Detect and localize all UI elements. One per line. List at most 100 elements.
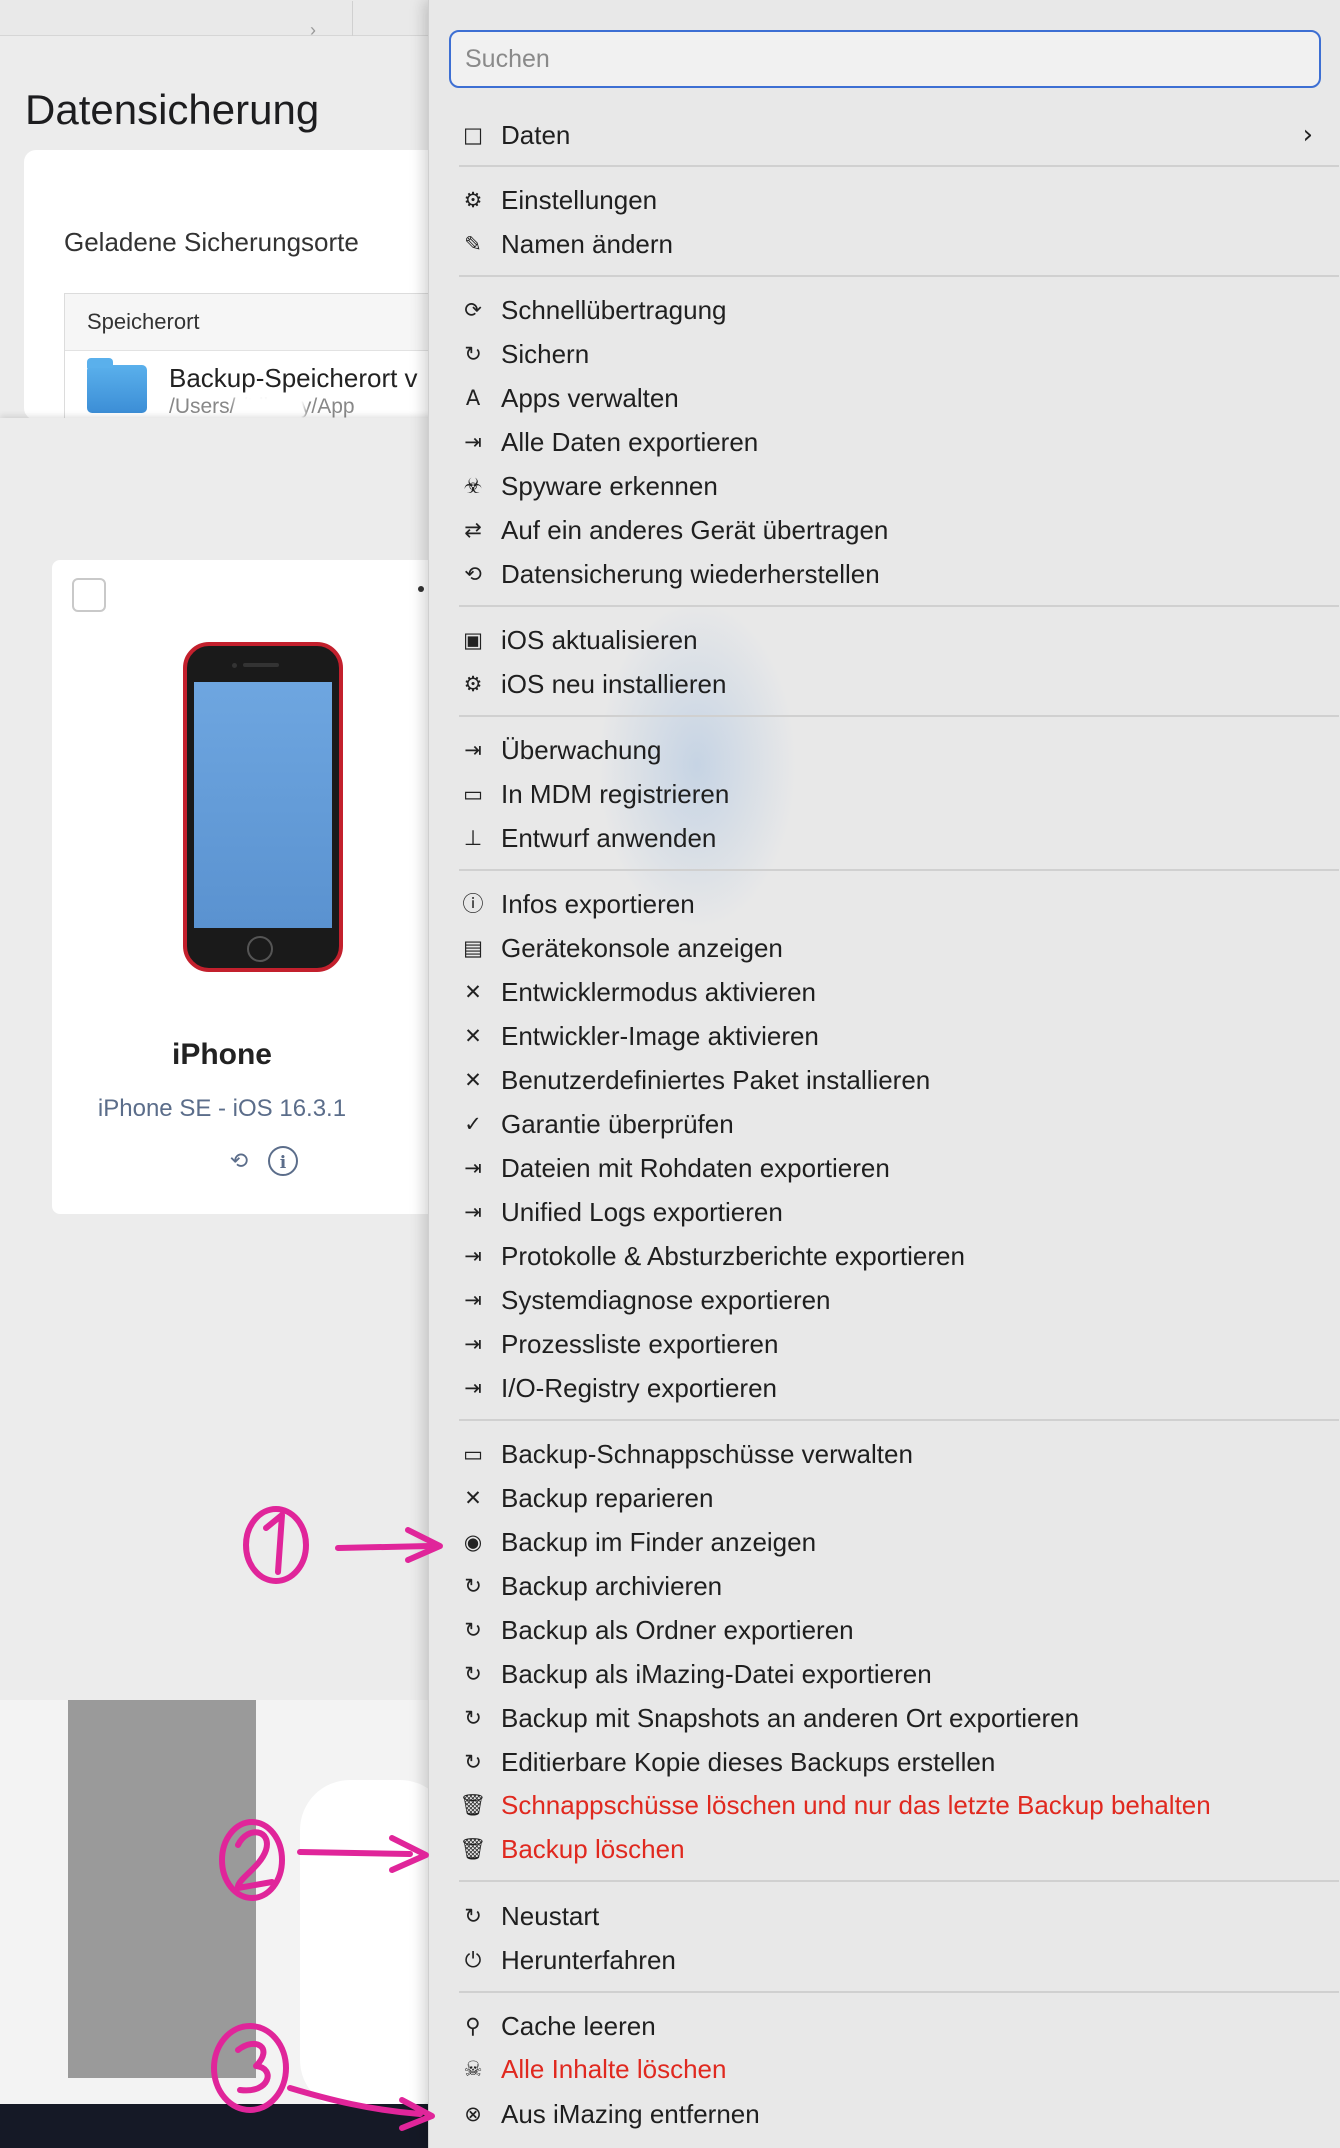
menu-item-label: Daten [501, 120, 571, 150]
menu-item-dateien-mit-rohdaten-exportieren[interactable]: ⇥ Dateien mit Rohdaten exportieren [429, 1148, 1340, 1188]
gray-panel [68, 1700, 256, 2078]
menu-item-cache-leeren[interactable]: ⚲ Cache leeren [429, 2006, 1340, 2046]
device-model: iPhone SE - iOS 16.3.1 [97, 1095, 347, 1122]
menu-item-namen-ändern[interactable]: ✎ Namen ändern [429, 224, 1340, 264]
menu-item-icon: ⇥ [464, 1376, 482, 1400]
menu-item-alle-inhalte-löschen[interactable]: ☠ Alle Inhalte löschen [429, 2049, 1340, 2089]
phone-screen [194, 682, 332, 928]
menu-item-backup-schnappschüsse-verwalten[interactable]: ▭ Backup-Schnappschüsse verwalten [429, 1434, 1340, 1474]
chevron-right-icon[interactable]: › [310, 20, 316, 41]
menu-item-icon: ▭ [463, 1442, 483, 1466]
menu-item-label: Namen ändern [501, 229, 673, 259]
menu-item-icon: ⇄ [464, 518, 482, 542]
menu-item-label: Unified Logs exportieren [501, 1197, 783, 1227]
menu-item-backup-als-ordner-exportieren[interactable]: ↻ Backup als Ordner exportieren [429, 1610, 1340, 1650]
menu-item-label: Gerätekonsole anzeigen [501, 933, 783, 963]
menu-item-entwurf-anwenden[interactable]: ⊥ Entwurf anwenden [429, 818, 1340, 858]
menu-item-label: Prozessliste exportieren [501, 1329, 779, 1359]
menu-item-backup-archivieren[interactable]: ↻ Backup archivieren [429, 1566, 1340, 1606]
menu-item-apps-verwalten[interactable]: A Apps verwalten [429, 378, 1340, 418]
menu-item-backup-im-finder-anzeigen[interactable]: ◉ Backup im Finder anzeigen [429, 1522, 1340, 1562]
menu-item-daten[interactable]: □ Daten › [429, 115, 1340, 155]
menu-item-sichern[interactable]: ↻ Sichern [429, 334, 1340, 374]
menu-item-aus-imazing-entfernen[interactable]: ⊗ Aus iMazing entfernen [429, 2094, 1340, 2134]
menu-item-icon: □ [463, 123, 483, 147]
locations-table: Speicherort Backup-Speicherort v /Users/… [64, 293, 465, 432]
info-icon[interactable]: i [268, 1146, 298, 1176]
menu-item-neustart[interactable]: ↻ Neustart [429, 1896, 1340, 1936]
menu-item-überwachung[interactable]: ⇥ Überwachung [429, 730, 1340, 770]
menu-item-systemdiagnose-exportieren[interactable]: ⇥ Systemdiagnose exportieren [429, 1280, 1340, 1320]
backup-status-icon[interactable]: ⟲ [224, 1146, 254, 1176]
menu-item-backup-löschen[interactable]: 🗑 Backup löschen [429, 1829, 1340, 1869]
menu-item-label: Alle Inhalte löschen [501, 2054, 727, 2084]
menu-item-herunterfahren[interactable]: ⏻ Herunterfahren [429, 1940, 1340, 1980]
device-select-checkbox[interactable] [72, 578, 106, 612]
menu-item-icon: ⇥ [464, 738, 482, 762]
menu-item-label: Datensicherung wiederherstellen [501, 559, 880, 589]
menu-item-icon: ⚙ [463, 672, 483, 696]
dock-strip [0, 2104, 440, 2148]
more-icon[interactable] [418, 586, 424, 592]
menu-item-protokolle-absturzberichte-exportieren[interactable]: ⇥ Protokolle & Absturzberichte exportiere… [429, 1236, 1340, 1276]
chevron-right-icon: › [1302, 120, 1313, 150]
menu-item-garantie-überprüfen[interactable]: ✓ Garantie überprüfen [429, 1104, 1340, 1144]
menu-item-label: Backup löschen [501, 1834, 685, 1864]
menu-item-einstellungen[interactable]: ⚙ Einstellungen [429, 180, 1340, 220]
menu-item-spyware-erkennen[interactable]: ☣ Spyware erkennen [429, 466, 1340, 506]
menu-item-icon: ⇥ [464, 430, 482, 454]
menu-item-icon: A [465, 386, 481, 410]
menu-item-auf-ein-anderes-gerät-übertragen[interactable]: ⇄ Auf ein anderes Gerät übertragen [429, 510, 1340, 550]
menu-item-i-o-registry-exportieren[interactable]: ⇥ I/O-Registry exportieren [429, 1368, 1340, 1408]
card-title: Geladene Sicherungsorte [64, 227, 359, 257]
menu-item-schnellübertragung[interactable]: ⟳ Schnellübertragung [429, 290, 1340, 330]
menu-item-icon: ✕ [464, 1024, 482, 1048]
menu-item-benutzerdefiniertes-paket-installieren[interactable]: ✕ Benutzerdefiniertes Paket installieren [429, 1060, 1340, 1100]
menu-item-editierbare-kopie-dieses-backups-erstellen[interactable]: ↻ Editierbare Kopie dieses Backups erstel… [429, 1742, 1340, 1782]
speaker-slot [243, 663, 279, 667]
menu-separator [459, 275, 1339, 277]
menu-items: □ Daten › ⚙ Einstellungen ✎ Namen ändern ⟳ Schne… [429, 0, 1340, 2148]
menu-item-label: Backup als Ordner exportieren [501, 1615, 854, 1645]
menu-item-in-mdm-registrieren[interactable]: ▭ In MDM registrieren [429, 774, 1340, 814]
menu-item-icon: ◉ [463, 1530, 483, 1554]
menu-item-icon: ↻ [464, 1618, 482, 1642]
menu-item-datensicherung-wiederherstellen[interactable]: ⟲ Datensicherung wiederherstellen [429, 554, 1340, 594]
menu-item-icon: ↻ [464, 1662, 482, 1686]
menu-item-schnappschüsse-löschen-und-nur-das-letzte-backup-behalten[interactable]: 🗑 Schnappschüsse löschen und nur das letz… [429, 1785, 1340, 1825]
menu-item-icon: 🗑 [459, 1837, 487, 1861]
menu-item-label: Garantie überprüfen [501, 1109, 734, 1139]
menu-item-gerätekonsole-anzeigen[interactable]: ▤ Gerätekonsole anzeigen [429, 928, 1340, 968]
menu-item-label: In MDM registrieren [501, 779, 730, 809]
camera-dot [232, 663, 237, 668]
menu-item-backup-als-imazing-datei-exportieren[interactable]: ↻ Backup als iMazing-Datei exportieren [429, 1654, 1340, 1694]
menu-item-unified-logs-exportieren[interactable]: ⇥ Unified Logs exportieren [429, 1192, 1340, 1232]
menu-item-alle-daten-exportieren[interactable]: ⇥ Alle Daten exportieren [429, 422, 1340, 462]
menu-item-backup-mit-snapshots-an-anderen-ort-exportieren[interactable]: ↻ Backup mit Snapshots an anderen Ort exp… [429, 1698, 1340, 1738]
folder-icon [87, 358, 147, 413]
menu-item-label: Backup archivieren [501, 1571, 723, 1601]
menu-item-icon: ⇥ [464, 1156, 482, 1180]
menu-item-icon: ⇥ [464, 1244, 482, 1268]
menu-item-prozessliste-exportieren[interactable]: ⇥ Prozessliste exportieren [429, 1324, 1340, 1364]
menu-item-icon: ✓ [464, 1112, 482, 1136]
menu-item-icon: ↻ [464, 1904, 482, 1928]
menu-item-infos-exportieren[interactable]: ⓘ Infos exportieren [429, 884, 1340, 924]
menu-item-ios-aktualisieren[interactable]: ▣ iOS aktualisieren [429, 620, 1340, 660]
column-header-location[interactable]: Speicherort [65, 294, 465, 351]
menu-item-icon: 🗑 [459, 1793, 487, 1817]
device-card[interactable]: iPhone iPhone SE - iOS 16.3.1 ⟲ i [52, 560, 452, 1214]
menu-item-ios-neu-installieren[interactable]: ⚙ iOS neu installieren [429, 664, 1340, 704]
menu-item-label: Aus iMazing entfernen [501, 2099, 760, 2129]
menu-item-entwickler-image-aktivieren[interactable]: ✕ Entwickler-Image aktivieren [429, 1016, 1340, 1056]
menu-item-label: Entwurf anwenden [501, 823, 717, 853]
menu-item-label: Auf ein anderes Gerät übertragen [501, 515, 889, 545]
menu-item-entwicklermodus-aktivieren[interactable]: ✕ Entwicklermodus aktivieren [429, 972, 1340, 1012]
menu-item-label: Backup als iMazing-Datei exportieren [501, 1659, 932, 1689]
menu-separator [459, 869, 1339, 871]
menu-separator [459, 715, 1339, 717]
menu-item-backup-reparieren[interactable]: ✕ Backup reparieren [429, 1478, 1340, 1518]
menu-item-icon: ✕ [464, 1486, 482, 1510]
menu-item-label: Einstellungen [501, 185, 658, 215]
menu-item-icon: ⟲ [464, 562, 482, 586]
